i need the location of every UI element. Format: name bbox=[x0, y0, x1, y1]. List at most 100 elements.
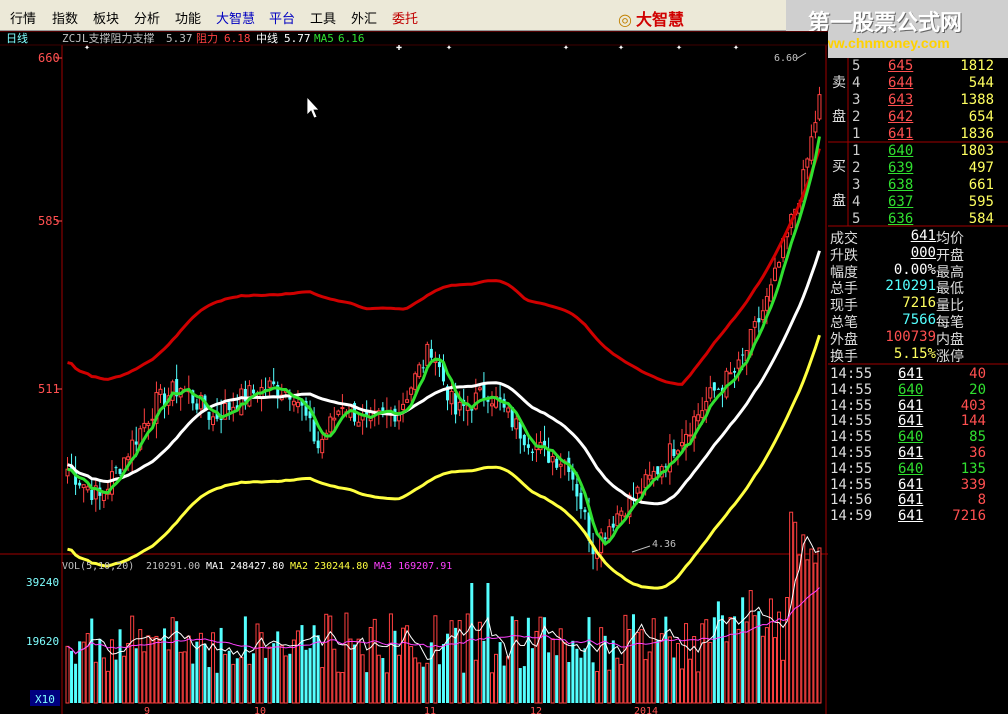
menu-platform[interactable]: 平台 bbox=[269, 8, 295, 27]
candle-body bbox=[647, 474, 652, 480]
candle-body bbox=[328, 416, 333, 433]
volume-bar bbox=[518, 668, 522, 703]
info-marker-icon[interactable]: ✦ bbox=[563, 42, 569, 53]
stat-value: 210291 bbox=[885, 278, 936, 295]
volume-bar bbox=[595, 671, 600, 704]
info-marker-icon[interactable]: ✦ bbox=[676, 42, 682, 53]
tick-time: 14:59 bbox=[830, 508, 873, 525]
volume-bar bbox=[384, 672, 389, 704]
volume-bar bbox=[591, 662, 595, 703]
buy-volume: 497 bbox=[968, 160, 994, 176]
candle-body bbox=[543, 440, 547, 446]
info-marker-icon[interactable]: ✦ bbox=[84, 42, 90, 53]
volume-bar bbox=[332, 648, 337, 704]
sell-level-row: 2 642 654 bbox=[828, 109, 1008, 126]
tick-volume: 36 bbox=[969, 445, 986, 461]
period-label[interactable]: 日线 bbox=[6, 31, 28, 45]
candle-body bbox=[768, 284, 773, 302]
menu-sector[interactable]: 板块 bbox=[93, 8, 119, 27]
volume-bar bbox=[688, 658, 693, 704]
menu-index[interactable]: 指数 bbox=[52, 8, 78, 27]
candle-body bbox=[728, 372, 733, 375]
tick-price: 641 bbox=[898, 413, 924, 430]
volume-bar bbox=[587, 617, 591, 703]
low-price-annotation: 4.36 bbox=[652, 539, 676, 550]
menu-functions[interactable]: 功能 bbox=[175, 8, 201, 27]
buy-price: 640 bbox=[888, 143, 914, 159]
tick-price: 641 bbox=[898, 508, 924, 525]
menu-bar: 行情 指数 板块 分析 功能 大智慧 平台 工具 外汇 委托 ◎ 大智慧 bbox=[0, 0, 786, 31]
candle-body bbox=[267, 380, 272, 388]
candle-body bbox=[643, 474, 648, 488]
info-marker-icon[interactable]: ✦ bbox=[446, 42, 452, 53]
candle-body bbox=[817, 94, 822, 120]
volume-bar bbox=[708, 641, 713, 704]
volume-bar bbox=[462, 672, 466, 703]
volume-bar bbox=[365, 672, 369, 703]
candle-body bbox=[272, 381, 276, 385]
candle-body bbox=[114, 467, 118, 469]
info-marker-icon[interactable]: ✦ bbox=[618, 42, 624, 53]
buy-level: 1 bbox=[852, 143, 861, 159]
candle-body bbox=[611, 523, 615, 528]
ma5-label: MA5 bbox=[314, 32, 334, 45]
volume-bar bbox=[150, 637, 155, 704]
volume-bar bbox=[700, 623, 705, 704]
indicator-title[interactable]: ZCJL支撑阻力支撑 bbox=[62, 31, 155, 45]
volume-bar bbox=[368, 626, 373, 704]
buy-level-row: 3 638 661 bbox=[828, 177, 1008, 194]
volume-bar bbox=[353, 644, 357, 703]
volume-bar bbox=[259, 632, 264, 704]
buy-volume: 661 bbox=[968, 177, 994, 193]
menu-forex[interactable]: 外汇 bbox=[351, 8, 377, 27]
volume-bar bbox=[65, 645, 70, 704]
candle-body bbox=[656, 466, 660, 475]
buy-level-row: 2 639 497 bbox=[828, 160, 1008, 177]
volume-bar bbox=[547, 652, 551, 703]
volume-bar bbox=[126, 642, 131, 704]
menu-tools[interactable]: 工具 bbox=[310, 8, 336, 27]
brand-logo-text: 大智慧 bbox=[635, 10, 684, 29]
volume-bar bbox=[98, 638, 102, 703]
volume-bar bbox=[647, 651, 652, 704]
menu-trade[interactable]: 委托 bbox=[392, 8, 418, 27]
volume-bar bbox=[182, 651, 187, 704]
candle-body bbox=[251, 389, 255, 394]
resistance-value: 6.18 bbox=[224, 32, 251, 45]
volume-bar bbox=[741, 597, 745, 703]
volume-bar bbox=[781, 659, 786, 704]
info-marker-icon[interactable]: ✚ bbox=[396, 42, 402, 53]
kline-chart[interactable]: 日线 ZCJL支撑阻力支撑 5.37 阻力 6.18 中线 5.77 MA5 6… bbox=[0, 31, 828, 714]
tick-time: 14:55 bbox=[830, 460, 873, 477]
volume-bar bbox=[219, 627, 223, 703]
volume-bar bbox=[118, 629, 122, 703]
info-marker-icon[interactable]: ✦ bbox=[733, 42, 739, 53]
candle-body bbox=[90, 489, 94, 500]
buy-price: 639 bbox=[888, 160, 914, 176]
volume-bar bbox=[813, 562, 818, 704]
menu-dzh[interactable]: 大智慧 bbox=[216, 8, 255, 27]
candle-body bbox=[207, 411, 211, 420]
volume-bar bbox=[619, 663, 624, 704]
candle-body bbox=[813, 122, 818, 133]
buy-volume: 584 bbox=[968, 211, 994, 227]
candle-body bbox=[146, 422, 151, 426]
brand-logo: ◎ 大智慧 bbox=[618, 6, 684, 30]
mid-value: 5.77 bbox=[284, 32, 311, 45]
tick-time: 14:55 bbox=[830, 445, 873, 461]
candle-body bbox=[449, 390, 454, 405]
volume-indicator-name[interactable]: VOL(5,10,20) bbox=[62, 561, 134, 572]
volume-bar bbox=[207, 667, 211, 703]
volume-bar bbox=[138, 629, 143, 704]
tick-volume: 8 bbox=[977, 492, 986, 509]
volume-bar bbox=[817, 547, 822, 704]
menu-quotes[interactable]: 行情 bbox=[10, 8, 36, 27]
candle-body bbox=[457, 401, 462, 411]
candle-body bbox=[741, 354, 745, 356]
volume-bar bbox=[203, 643, 207, 703]
buy-level-row: 1 640 1803 bbox=[828, 143, 1008, 160]
menu-analysis[interactable]: 分析 bbox=[134, 8, 160, 27]
volume-bar bbox=[130, 615, 135, 704]
buy-volume: 1803 bbox=[960, 143, 994, 159]
volume-bar bbox=[801, 534, 806, 704]
